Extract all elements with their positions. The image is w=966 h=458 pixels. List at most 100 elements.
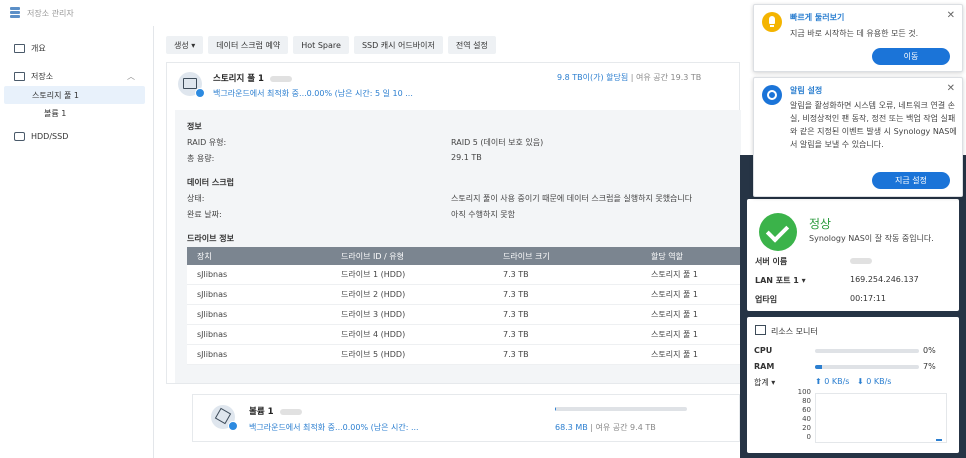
notification-settings-notification: 알림 설정 ✕ 알림을 활성화하면 시스템 오류, 네트워크 연결 손실, 비정… xyxy=(753,77,963,197)
storage-pool-status: 백그라운드에서 최적화 중...0.00% (남은 시간: 5 일 10 ... xyxy=(213,89,413,98)
table-cell: 드라이브 2 (HDD) xyxy=(341,290,406,299)
table-cell: sJlibnas xyxy=(197,350,228,359)
table-row[interactable]: sJlibnas 드라이브 4 (HDD) 7.3 TB 스토리지 풀 1 xyxy=(187,325,741,345)
storage-pool-card: 스토리지 풀 1 백그라운드에서 최적화 중...0.00% (남은 시간: 5… xyxy=(166,62,741,384)
table-cell: sJlibnas xyxy=(197,290,228,299)
lan-ip-value: 169.254.246.137 xyxy=(850,275,919,284)
storage-pool-capacity: 9.8 TB이(가) 할당됨 | 여유 공간 19.3 TB xyxy=(557,73,702,82)
global-settings-button[interactable]: 전역 설정 xyxy=(447,36,496,54)
column-header-drive-id[interactable]: 드라이브 ID / 유형 xyxy=(331,251,493,262)
notification-title: 빠르게 둘러보기 xyxy=(790,13,845,22)
y-tick-label: 0 xyxy=(806,433,811,441)
system-health-widget: 정상 Synology NAS이 잘 작동 중입니다. 서버 이름 LAN 포트… xyxy=(747,199,959,311)
storage-pool-title: 스토리지 풀 1 xyxy=(213,72,292,84)
network-chart-mark xyxy=(936,439,942,441)
column-header-device[interactable]: 장치 xyxy=(187,251,331,262)
server-name-label: 서버 이름 xyxy=(755,257,788,266)
table-cell: 드라이브 3 (HDD) xyxy=(341,310,406,319)
overview-icon xyxy=(14,43,25,53)
quick-tour-notification: 빠르게 둘러보기 ✕ 지금 바로 시작하는 데 유용한 모든 것. 이동 xyxy=(753,4,963,72)
drive-table: 장치 드라이브 ID / 유형 드라이브 크기 할당 역할 sJlibnas 드… xyxy=(187,247,741,365)
ram-label: RAM xyxy=(754,362,775,371)
download-rate: ⬇ 0 KB/s xyxy=(857,377,892,386)
y-tick-label: 40 xyxy=(802,415,811,423)
table-cell: 스토리지 풀 1 xyxy=(651,330,698,339)
total-capacity-value: 29.1 TB xyxy=(451,153,482,162)
drive-table-header: 장치 드라이브 ID / 유형 드라이브 크기 할당 역할 xyxy=(187,247,741,265)
toolbar: 생성 ▾ 데이터 스크럽 예약 Hot Spare SSD 캐시 어드바이저 전… xyxy=(166,36,496,54)
ssd-cache-advisor-button[interactable]: SSD 캐시 어드바이저 xyxy=(353,36,443,54)
scrub-completed-value: 아직 수행하지 못함 xyxy=(451,210,515,219)
table-row[interactable]: sJlibnas 드라이브 1 (HDD) 7.3 TB 스토리지 풀 1 xyxy=(187,265,741,285)
table-row[interactable]: sJlibnas 드라이브 5 (HDD) 7.3 TB 스토리지 풀 1 xyxy=(187,345,741,365)
go-button[interactable]: 이동 xyxy=(872,48,950,65)
close-icon[interactable]: ✕ xyxy=(947,83,955,94)
storage-pool-details: 정보 RAID 유형: RAID 5 (데이터 보호 있음) 총 용량: 29.… xyxy=(175,110,741,383)
table-cell: 7.3 TB xyxy=(503,350,529,359)
lightbulb-icon xyxy=(762,12,782,32)
table-cell: sJlibnas xyxy=(197,310,228,319)
network-total-selector[interactable]: 합계 ▾ xyxy=(754,377,775,388)
table-cell: 드라이브 5 (HDD) xyxy=(341,350,406,359)
network-chart xyxy=(815,393,947,443)
table-cell: 7.3 TB xyxy=(503,270,529,279)
close-icon[interactable]: ✕ xyxy=(947,10,955,21)
redacted-text xyxy=(279,408,302,415)
volume-card[interactable]: 볼륨 1 백그라운드에서 최적화 중...0.00% (남은 시간: ... 6… xyxy=(192,394,740,442)
table-cell: 7.3 TB xyxy=(503,290,529,299)
y-tick-label: 100 xyxy=(797,388,811,396)
storage-pool-header[interactable]: 스토리지 풀 1 백그라운드에서 최적화 중...0.00% (남은 시간: 5… xyxy=(167,63,741,109)
sidebar-item-storage-pool-1[interactable]: 스토리지 풀 1 xyxy=(4,86,145,104)
data-scrub-schedule-button[interactable]: 데이터 스크럽 예약 xyxy=(208,36,289,54)
drive-info-section-title: 드라이브 정보 xyxy=(187,234,234,243)
scrub-completed-label: 완료 날짜: xyxy=(187,210,222,219)
table-row[interactable]: sJlibnas 드라이브 3 (HDD) 7.3 TB 스토리지 풀 1 xyxy=(187,305,741,325)
sidebar-item-storage[interactable]: 저장소 ︿ xyxy=(0,66,153,86)
table-cell: 스토리지 풀 1 xyxy=(651,310,698,319)
sidebar: 개요 저장소 ︿ 스토리지 풀 1 볼륨 1 HDD/SSD xyxy=(0,26,154,458)
table-cell: 스토리지 풀 1 xyxy=(651,290,698,299)
total-capacity-label: 총 용량: xyxy=(187,154,215,163)
raid-type-label: RAID 유형: xyxy=(187,138,227,147)
window-title: 저장소 관리자 xyxy=(27,8,74,18)
set-now-button[interactable]: 지금 설정 xyxy=(872,172,950,189)
hot-spare-button[interactable]: Hot Spare xyxy=(293,36,349,54)
cpu-label: CPU xyxy=(754,346,773,355)
widget-panel: 정상 Synology NAS이 잘 작동 중입니다. 서버 이름 LAN 포트… xyxy=(740,155,966,458)
sidebar-item-overview[interactable]: 개요 xyxy=(0,38,153,58)
create-button[interactable]: 생성 ▾ xyxy=(166,36,204,54)
column-header-drive-size[interactable]: 드라이브 크기 xyxy=(493,251,641,262)
lan-port-selector[interactable]: LAN 포트 1 ▾ xyxy=(755,275,806,286)
sidebar-item-label: 개요 xyxy=(31,43,46,53)
notification-body: 지금 바로 시작하는 데 유용한 모든 것. xyxy=(790,29,919,38)
storage-manager-app-icon xyxy=(10,7,22,19)
notification-title: 알림 설정 xyxy=(790,86,823,95)
info-section-title: 정보 xyxy=(187,122,202,131)
resource-monitor-icon xyxy=(755,325,766,335)
scrub-status-value: 스토리지 풀이 사용 중이기 때문에 데이터 스크럽을 실행하지 못했습니다 xyxy=(451,194,693,203)
volume-icon xyxy=(211,405,238,431)
cpu-usage-bar xyxy=(815,349,919,353)
resource-monitor-widget: 리소스 모니터 CPU 0% RAM 7% 합계 ▾ ⬆ 0 KB/s ⬇ 0 … xyxy=(747,317,959,453)
table-cell: 드라이브 4 (HDD) xyxy=(341,330,406,339)
table-row[interactable]: sJlibnas 드라이브 2 (HDD) 7.3 TB 스토리지 풀 1 xyxy=(187,285,741,305)
sidebar-item-label: 스토리지 풀 1 xyxy=(32,90,79,100)
table-cell: 7.3 TB xyxy=(503,310,529,319)
y-tick-label: 20 xyxy=(802,424,811,432)
chevron-up-icon[interactable]: ︿ xyxy=(127,71,135,82)
sidebar-item-volume-1[interactable]: 볼륨 1 xyxy=(0,104,153,122)
column-header-role[interactable]: 할당 역할 xyxy=(641,251,741,262)
sidebar-item-label: 저장소 xyxy=(31,71,54,81)
y-tick-label: 60 xyxy=(802,406,811,414)
sync-badge-icon xyxy=(228,421,238,431)
sidebar-item-hdd-ssd[interactable]: HDD/SSD xyxy=(0,126,153,146)
redacted-text xyxy=(850,257,872,264)
volume-status: 백그라운드에서 최적화 중...0.00% (남은 시간: ... xyxy=(249,423,419,432)
check-circle-icon xyxy=(759,213,797,251)
table-cell: 7.3 TB xyxy=(503,330,529,339)
notification-body: 알림을 활성화하면 시스템 오류, 네트워크 연결 손실, 비정상적인 팬 동작… xyxy=(790,101,957,149)
volume-capacity: 68.3 MB | 여유 공간 9.4 TB xyxy=(555,423,656,432)
raid-type-value: RAID 5 (데이터 보호 있음) xyxy=(451,138,544,147)
server-name-value xyxy=(850,256,872,265)
volume-title: 볼륨 1 xyxy=(249,405,302,417)
